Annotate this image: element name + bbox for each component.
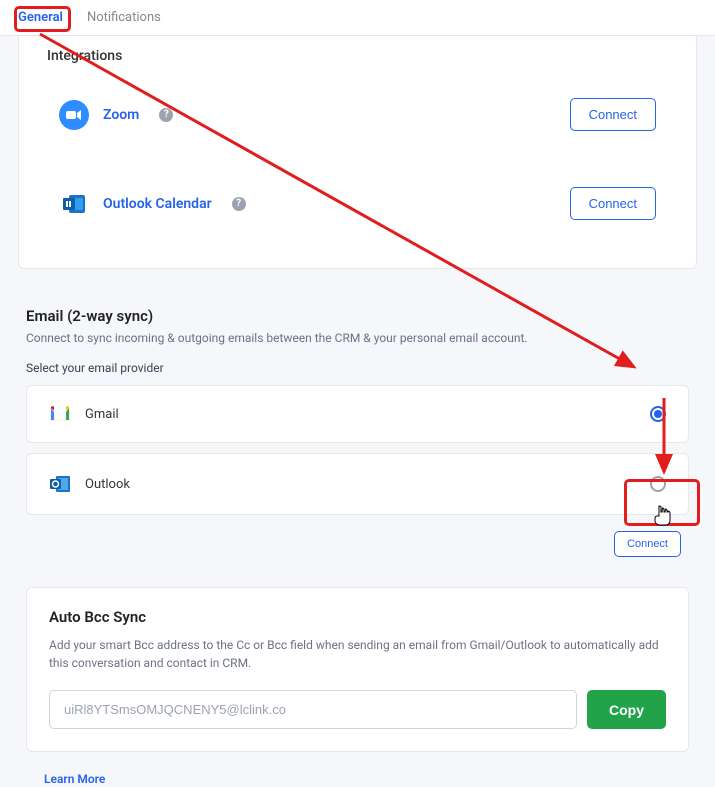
tab-general[interactable]: General <box>18 2 63 33</box>
help-icon[interactable]: ? <box>159 108 173 122</box>
provider-label: Select your email provider <box>18 361 697 385</box>
integration-zoom-row: Zoom ? Connect <box>19 70 696 159</box>
outlook-calendar-connect-button[interactable]: Connect <box>570 187 656 220</box>
zoom-title: Zoom <box>103 107 139 123</box>
outlook-icon <box>49 474 71 494</box>
provider-gmail-row[interactable]: Gmail <box>26 385 689 443</box>
bcc-desc: Add your smart Bcc address to the Cc or … <box>49 636 666 672</box>
gmail-icon <box>49 406 71 422</box>
integration-outlook-cal-left: Outlook Calendar ? <box>59 189 246 219</box>
email-sync-heading: Email (2-way sync) <box>18 307 697 331</box>
zoom-icon <box>59 100 89 130</box>
email-connect-wrap: Connect <box>18 525 697 575</box>
outlook-calendar-icon <box>59 189 89 219</box>
tabs-bar: General Notifications <box>0 0 715 36</box>
copy-button[interactable]: Copy <box>587 690 666 729</box>
radio-gmail[interactable] <box>650 406 666 422</box>
learn-more-link[interactable]: Learn More <box>18 752 105 786</box>
provider-gmail-name: Gmail <box>85 407 119 422</box>
integration-outlook-cal-row: Outlook Calendar ? Connect <box>19 159 696 248</box>
email-sync-section: Email (2-way sync) Connect to sync incom… <box>18 287 697 787</box>
integrations-heading: Integrations <box>19 36 696 70</box>
tab-notifications[interactable]: Notifications <box>87 2 161 33</box>
email-sync-desc: Connect to sync incoming & outgoing emai… <box>18 331 697 361</box>
email-connect-button[interactable]: Connect <box>614 531 681 557</box>
bcc-address-input[interactable] <box>49 690 577 729</box>
integration-zoom-left: Zoom ? <box>59 100 173 130</box>
provider-outlook-row[interactable]: Outlook <box>26 453 689 515</box>
bcc-title: Auto Bcc Sync <box>49 608 666 626</box>
radio-outlook[interactable] <box>650 476 666 492</box>
integrations-card: Integrations Zoom ? Connect Outlook Cale… <box>18 36 697 269</box>
help-icon[interactable]: ? <box>232 197 246 211</box>
outlook-calendar-title: Outlook Calendar <box>103 196 212 212</box>
zoom-connect-button[interactable]: Connect <box>570 98 656 131</box>
bcc-card: Auto Bcc Sync Add your smart Bcc address… <box>26 587 689 752</box>
provider-outlook-name: Outlook <box>85 477 130 492</box>
